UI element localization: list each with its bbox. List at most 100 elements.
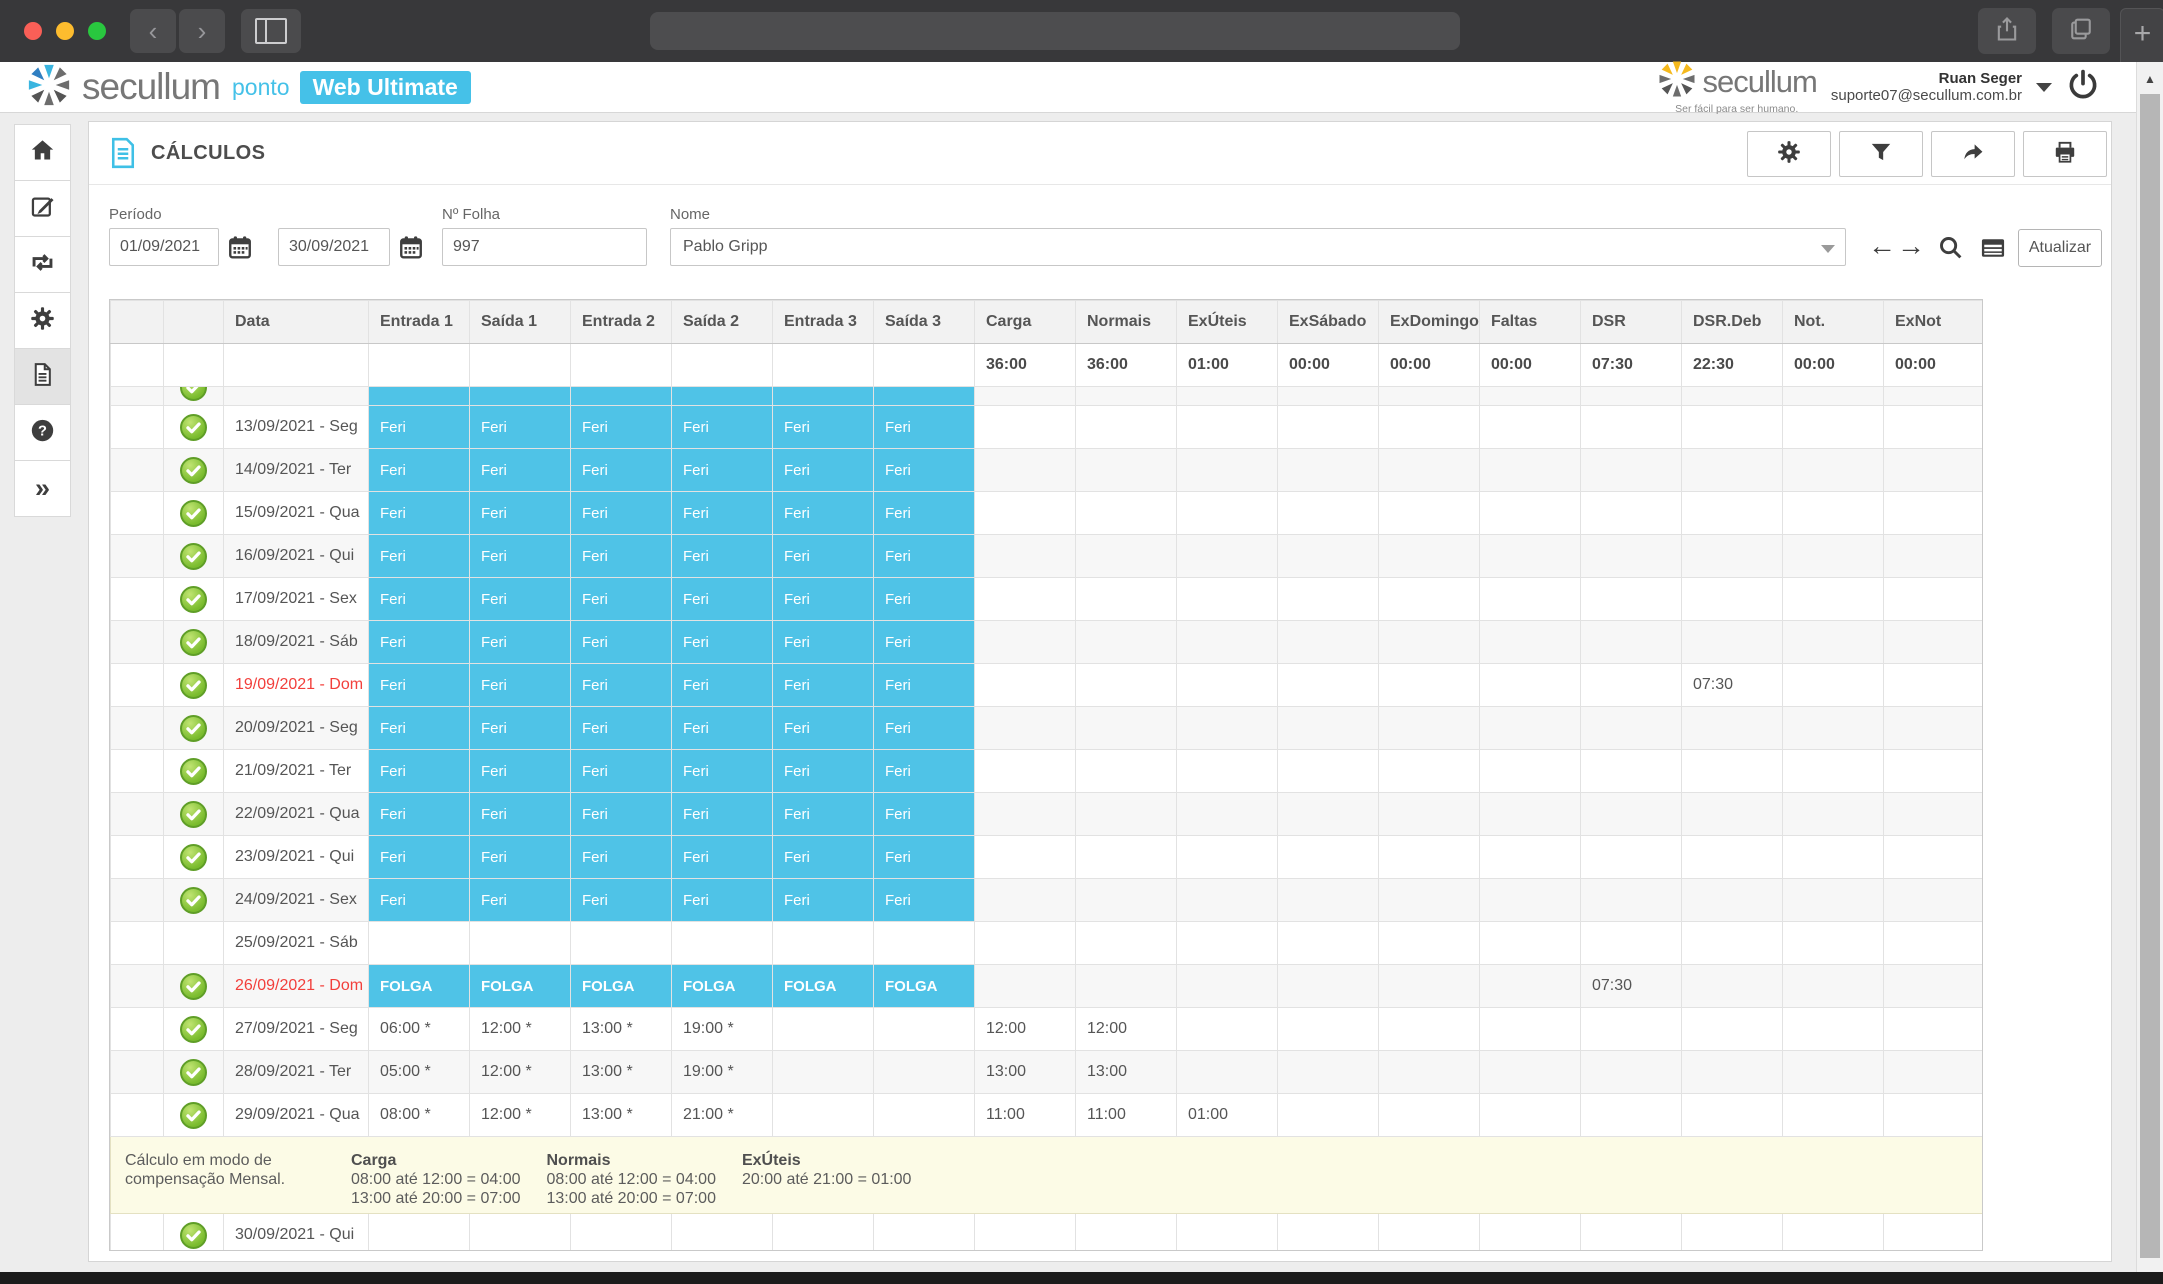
punch-cell[interactable]: Feri (369, 664, 470, 707)
punch-cell[interactable] (874, 1214, 975, 1252)
value-cell[interactable] (1783, 406, 1884, 449)
value-cell[interactable] (1884, 664, 1984, 707)
punches-grid-button[interactable] (1979, 234, 2007, 267)
punch-cell[interactable] (470, 1214, 571, 1252)
punch-cell[interactable] (369, 1214, 470, 1252)
row-status-cell[interactable] (164, 1214, 224, 1252)
value-cell[interactable] (975, 707, 1076, 750)
punch-cell[interactable] (672, 1214, 773, 1252)
punch-cell[interactable]: Feri (874, 707, 975, 750)
punch-cell[interactable] (773, 1214, 874, 1252)
punch-cell[interactable]: Feri (874, 836, 975, 879)
row-status-cell[interactable] (164, 387, 224, 406)
value-cell[interactable] (1076, 793, 1177, 836)
value-cell[interactable] (1783, 750, 1884, 793)
punch-cell[interactable] (470, 387, 571, 406)
value-cell[interactable] (1682, 1214, 1783, 1252)
row-status-cell[interactable] (164, 879, 224, 922)
browser-forward-button[interactable]: › (179, 9, 225, 53)
punch-cell[interactable]: Feri (672, 621, 773, 664)
value-cell[interactable] (1581, 836, 1682, 879)
value-cell[interactable] (1177, 707, 1278, 750)
value-cell[interactable] (1177, 621, 1278, 664)
value-cell[interactable] (1581, 664, 1682, 707)
date-cell[interactable]: 17/09/2021 - Sex (224, 578, 369, 621)
previous-employee-button[interactable]: ← (1868, 232, 1896, 260)
column-header[interactable]: Faltas (1480, 301, 1581, 344)
date-cell[interactable]: 13/09/2021 - Seg (224, 406, 369, 449)
total-value-cell[interactable]: 00:00 (1278, 344, 1379, 387)
value-cell[interactable] (975, 621, 1076, 664)
value-cell[interactable] (1278, 707, 1379, 750)
punch-cell[interactable]: Feri (571, 621, 672, 664)
punch-cell[interactable]: Feri (773, 492, 874, 535)
totals-empty-cell[interactable] (672, 344, 773, 387)
value-cell[interactable] (1076, 621, 1177, 664)
value-cell[interactable] (1884, 1051, 1984, 1094)
value-cell[interactable] (975, 492, 1076, 535)
total-value-cell[interactable]: 00:00 (1884, 344, 1984, 387)
date-cell[interactable] (224, 387, 369, 406)
value-cell[interactable] (1076, 836, 1177, 879)
value-cell[interactable] (1581, 621, 1682, 664)
value-cell[interactable] (1480, 707, 1581, 750)
value-cell[interactable]: 11:00 (975, 1094, 1076, 1137)
value-cell[interactable] (1278, 1094, 1379, 1137)
punch-cell[interactable]: Feri (672, 449, 773, 492)
value-cell[interactable] (1783, 1051, 1884, 1094)
value-cell[interactable] (1076, 387, 1177, 406)
row-status-cell[interactable] (164, 406, 224, 449)
value-cell[interactable] (1884, 578, 1984, 621)
punch-cell[interactable]: Feri (470, 836, 571, 879)
value-cell[interactable] (1278, 578, 1379, 621)
punch-cell[interactable]: Feri (874, 449, 975, 492)
value-cell[interactable] (1480, 578, 1581, 621)
punch-cell[interactable]: Feri (470, 879, 571, 922)
row-select-cell[interactable] (111, 406, 164, 449)
punch-cell[interactable]: Feri (369, 836, 470, 879)
punch-cell[interactable]: 13:00 * (571, 1051, 672, 1094)
value-cell[interactable] (1480, 664, 1581, 707)
value-cell[interactable] (1682, 406, 1783, 449)
value-cell[interactable] (975, 922, 1076, 965)
column-header[interactable]: DSR.Deb (1682, 301, 1783, 344)
value-cell[interactable] (975, 750, 1076, 793)
value-cell[interactable] (1783, 535, 1884, 578)
value-cell[interactable] (1278, 664, 1379, 707)
value-cell[interactable] (1480, 621, 1581, 664)
date-cell[interactable]: 23/09/2021 - Qui (224, 836, 369, 879)
column-header[interactable]: Saída 1 (470, 301, 571, 344)
punch-cell[interactable]: Feri (874, 621, 975, 664)
punch-cell[interactable]: 05:00 * (369, 1051, 470, 1094)
row-select-cell[interactable] (111, 1008, 164, 1051)
value-cell[interactable] (1379, 879, 1480, 922)
date-cell[interactable]: 14/09/2021 - Ter (224, 449, 369, 492)
value-cell[interactable] (1480, 1051, 1581, 1094)
value-cell[interactable] (1177, 922, 1278, 965)
value-cell[interactable] (1581, 750, 1682, 793)
value-cell[interactable] (1379, 449, 1480, 492)
punch-cell[interactable]: 21:00 * (672, 1094, 773, 1137)
value-cell[interactable] (1177, 793, 1278, 836)
punch-cell[interactable]: Feri (672, 750, 773, 793)
row-select-cell[interactable] (111, 449, 164, 492)
date-cell[interactable]: 15/09/2021 - Qua (224, 492, 369, 535)
value-cell[interactable] (1177, 1214, 1278, 1252)
column-header[interactable]: Normais (1076, 301, 1177, 344)
value-cell[interactable] (1682, 965, 1783, 1008)
value-cell[interactable] (1884, 965, 1984, 1008)
sidebar-item-home[interactable] (15, 125, 70, 181)
punch-cell[interactable]: Feri (571, 492, 672, 535)
value-cell[interactable] (1076, 1214, 1177, 1252)
totals-empty-cell[interactable] (571, 344, 672, 387)
punch-cell[interactable]: Feri (369, 793, 470, 836)
punch-cell[interactable]: 12:00 * (470, 1094, 571, 1137)
punch-cell[interactable]: Feri (874, 578, 975, 621)
column-header[interactable]: Saída 3 (874, 301, 975, 344)
value-cell[interactable] (1581, 1051, 1682, 1094)
value-cell[interactable] (1379, 922, 1480, 965)
row-status-cell[interactable] (164, 965, 224, 1008)
punch-cell[interactable] (874, 922, 975, 965)
punch-cell[interactable]: Feri (470, 664, 571, 707)
value-cell[interactable] (1480, 492, 1581, 535)
